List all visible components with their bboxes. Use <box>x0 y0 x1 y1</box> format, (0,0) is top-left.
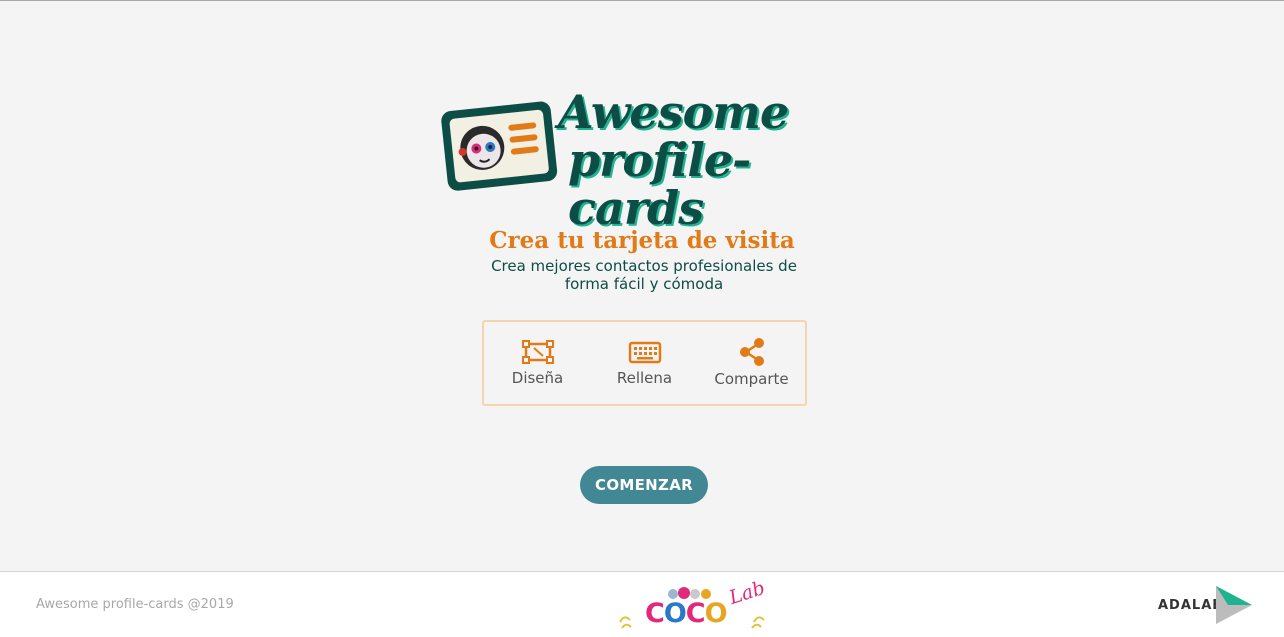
share-icon <box>739 338 764 366</box>
step-share-label: Comparte <box>714 370 789 388</box>
footer: Awesome profile-cards @2019 COCO Lab ADA… <box>0 571 1284 637</box>
sponsor-logo[interactable]: ADALAB <box>1158 584 1256 626</box>
logo-line-1: Awesome <box>558 85 789 139</box>
step-fill-label: Rellena <box>616 369 673 387</box>
hero-subtitle: Crea mejores contactos profesionales de … <box>491 257 797 293</box>
footer-copyright: Awesome profile-cards @2019 <box>36 597 234 612</box>
team-logo-word: COCO <box>645 598 728 629</box>
hero-title: Crea tu tarjeta de visita <box>489 227 795 254</box>
step-design: Diseña <box>488 339 588 387</box>
steps-panel: Diseña Rellena Comparte <box>482 320 807 406</box>
keyboard-icon <box>628 341 661 364</box>
app-logo-wordmark: Awesome profile-cards <box>558 88 859 232</box>
step-fill: Rellena <box>595 339 695 387</box>
profile-card-logo-icon <box>441 101 558 191</box>
logo-line-2: profile-cards <box>568 133 751 235</box>
team-logo[interactable]: COCO Lab <box>614 577 770 636</box>
start-button[interactable]: COMENZAR <box>580 466 708 504</box>
play-triangle-icon <box>1216 586 1252 624</box>
top-divider <box>0 0 1284 1</box>
design-frame-icon <box>521 340 554 364</box>
step-share: Comparte <box>702 338 802 388</box>
app-logo: Awesome profile-cards <box>434 88 859 232</box>
step-design-label: Diseña <box>511 369 564 387</box>
